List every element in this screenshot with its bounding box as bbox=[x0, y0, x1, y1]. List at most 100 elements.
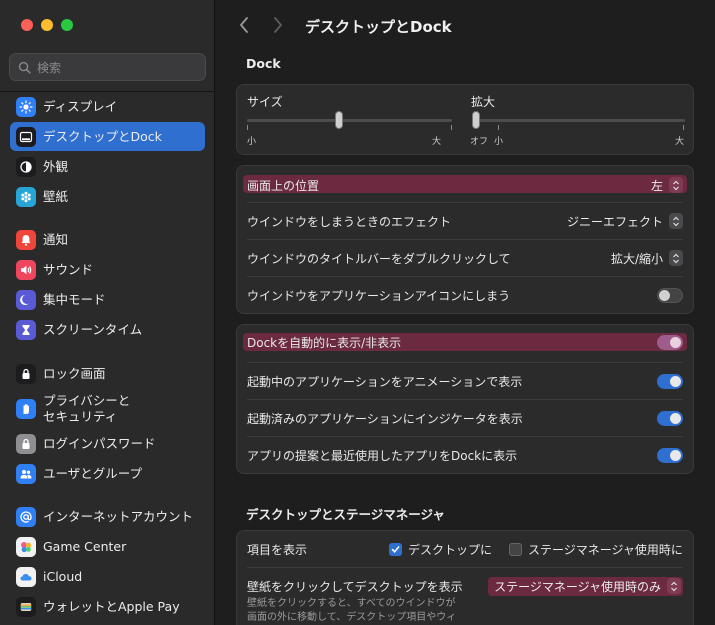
dock-icon bbox=[16, 126, 36, 147]
row-label: 壁紙をクリックしてデスクトップを表示 bbox=[247, 579, 463, 594]
size-slider-thumb[interactable] bbox=[335, 111, 344, 129]
internet-accounts-icon bbox=[16, 506, 36, 527]
sidebar-item-internet-accounts[interactable]: インターネットアカウント bbox=[10, 502, 205, 531]
lock-screen-icon bbox=[16, 363, 36, 384]
section-title-dock: Dock bbox=[246, 56, 281, 71]
focus-icon bbox=[16, 289, 36, 310]
forward-chevron-icon[interactable] bbox=[272, 16, 284, 34]
chevron-updown-icon bbox=[669, 250, 683, 266]
show-indicators-toggle[interactable] bbox=[657, 410, 683, 426]
size-slider[interactable] bbox=[247, 119, 452, 122]
back-chevron-icon[interactable] bbox=[238, 16, 250, 34]
autohide-toggle[interactable] bbox=[657, 334, 683, 350]
sidebar-item-lock-screen[interactable]: ロック画面 bbox=[10, 359, 205, 388]
page-title: デスクトップとDock bbox=[305, 18, 452, 36]
screen-position-popup[interactable]: 左 bbox=[651, 177, 683, 194]
sidebar-item-focus[interactable]: 集中モード bbox=[10, 285, 205, 314]
sidebar-item-label: プライバシーと セキュリティ bbox=[43, 393, 131, 424]
dock-behavior-group: 画面上の位置 左 ウインドウをしまうときのエフェクト ジニーエフェクト ウインド… bbox=[236, 165, 694, 314]
sidebar-item-notifications[interactable]: 通知 bbox=[10, 225, 205, 254]
show-recent-apps-toggle[interactable] bbox=[657, 447, 683, 463]
checkbox-icon bbox=[509, 542, 522, 556]
sidebar-item-label: サウンド bbox=[43, 261, 94, 277]
magnify-slider[interactable] bbox=[472, 119, 685, 122]
sidebar-item-display[interactable]: ディスプレイ bbox=[10, 92, 205, 121]
desktop-group: 項目を表示 デスクトップに ステージマネージャ使用時に 壁紙をクリックしてデスク… bbox=[236, 530, 694, 625]
sidebar-item-privacy[interactable]: プライバシーと セキュリティ bbox=[10, 389, 205, 429]
sidebar-item-label: スクリーンタイム bbox=[43, 321, 143, 337]
size-tick bbox=[451, 125, 452, 130]
dock-autohide-group: Dockを自動的に表示/非表示 起動中のアプリケーションをアニメーションで表示 … bbox=[236, 324, 694, 474]
sidebar-item-label: ディスプレイ bbox=[43, 98, 118, 114]
magnify-tick bbox=[683, 125, 684, 130]
click-wallpaper-description: 壁紙をクリックすると、すべてのウインドウが 画面の外に移動して、デスクトップ項目や… bbox=[247, 598, 457, 623]
magnify-label: 拡大 bbox=[471, 95, 496, 109]
autohide-row: Dockを自動的に表示/非表示 bbox=[237, 323, 693, 361]
size-max-label: 大 bbox=[432, 137, 442, 147]
chevron-updown-icon bbox=[669, 213, 683, 229]
sidebar-item-users[interactable]: ユーザとグループ bbox=[10, 459, 205, 488]
zoom-window-button[interactable] bbox=[61, 19, 73, 31]
sidebar-item-desktop-dock[interactable]: デスクトップとDock bbox=[10, 122, 205, 151]
row-label: 画面上の位置 bbox=[247, 178, 320, 193]
row-label: 起動中のアプリケーションをアニメーションで表示 bbox=[247, 374, 523, 389]
animate-opening-row: 起動中のアプリケーションをアニメーションで表示 bbox=[237, 362, 693, 400]
section-title-desktop: デスクトップとステージマネージャ bbox=[246, 507, 445, 522]
magnify-slider-thumb[interactable] bbox=[472, 111, 480, 129]
users-icon bbox=[16, 463, 36, 484]
chevron-updown-icon bbox=[667, 578, 681, 594]
click-wallpaper-popup[interactable]: ステージマネージャ使用時のみ bbox=[488, 576, 683, 596]
sidebar-item-label: ユーザとグループ bbox=[43, 465, 143, 481]
notification-icon bbox=[16, 229, 36, 250]
sidebar-item-screentime[interactable]: スクリーンタイム bbox=[10, 315, 205, 344]
minimize-to-app-icon-row: ウインドウをアプリケーションアイコンにしまう bbox=[237, 276, 693, 314]
wallet-icon bbox=[16, 596, 36, 617]
sidebar-item-label: Game Center bbox=[43, 538, 127, 554]
icloud-icon bbox=[16, 566, 36, 587]
show-items-row: 項目を表示 デスクトップに ステージマネージャ使用時に bbox=[237, 531, 693, 567]
size-min-label: 小 bbox=[247, 137, 257, 147]
sidebar-item-icloud[interactable]: iCloud bbox=[10, 562, 205, 591]
magnify-tick bbox=[498, 125, 499, 130]
minimize-to-app-icon-toggle[interactable] bbox=[657, 287, 683, 303]
minimize-effect-row: ウインドウをしまうときのエフェクト ジニーエフェクト bbox=[237, 202, 693, 240]
show-on-desktop-checkbox[interactable]: デスクトップに bbox=[389, 541, 492, 558]
row-label: ウインドウをしまうときのエフェクト bbox=[247, 214, 452, 229]
sidebar-item-login-password[interactable]: ログインパスワード bbox=[10, 429, 205, 458]
sidebar-item-label: iCloud bbox=[43, 568, 83, 584]
size-tick bbox=[247, 125, 248, 130]
show-in-stage-manager-checkbox[interactable]: ステージマネージャ使用時に bbox=[509, 541, 683, 558]
row-label: 項目を表示 bbox=[247, 542, 308, 557]
sidebar-item-game-center[interactable]: Game Center bbox=[10, 532, 205, 561]
magnify-min-label: 小 bbox=[494, 137, 504, 147]
animate-opening-toggle[interactable] bbox=[657, 373, 683, 389]
magnify-max-label: 大 bbox=[675, 137, 685, 147]
minimize-window-button[interactable] bbox=[41, 19, 53, 31]
sidebar-item-wallet[interactable]: ウォレットとApple Pay bbox=[10, 592, 205, 621]
checkbox-label: ステージマネージャ使用時に bbox=[528, 542, 683, 557]
minimize-effect-popup[interactable]: ジニーエフェクト bbox=[567, 213, 683, 230]
game-center-icon bbox=[16, 536, 36, 557]
popup-value: ステージマネージャ使用時のみ bbox=[494, 579, 661, 594]
close-window-button[interactable] bbox=[21, 19, 33, 31]
popup-value: 拡大/縮小 bbox=[610, 251, 663, 266]
chevron-updown-icon bbox=[669, 177, 683, 193]
sidebar-item-label: ログインパスワード bbox=[43, 435, 156, 451]
sidebar-item-label: ウォレットとApple Pay bbox=[43, 598, 180, 614]
search-input[interactable]: 検索 bbox=[9, 53, 206, 81]
login-password-icon bbox=[16, 433, 36, 454]
sidebar-item-label: 集中モード bbox=[43, 291, 106, 307]
sidebar-item-appearance[interactable]: 外観 bbox=[10, 152, 205, 181]
show-indicators-row: 起動済みのアプリケーションにインジケータを表示 bbox=[237, 399, 693, 437]
titlebar-doubleclick-popup[interactable]: 拡大/縮小 bbox=[611, 250, 683, 267]
sound-icon bbox=[16, 259, 36, 280]
search-icon bbox=[18, 61, 31, 74]
wallpaper-icon bbox=[16, 186, 36, 207]
row-label: 起動済みのアプリケーションにインジケータを表示 bbox=[247, 411, 523, 426]
toolbar: デスクトップとDock bbox=[216, 0, 715, 52]
sidebar-item-wallpaper[interactable]: 壁紙 bbox=[10, 182, 205, 211]
magnify-off-label: オフ bbox=[470, 137, 489, 147]
appearance-icon bbox=[16, 156, 36, 177]
sidebar-item-sound[interactable]: サウンド bbox=[10, 255, 205, 284]
show-recent-apps-row: アプリの提案と最近使用したアプリをDockに表示 bbox=[237, 436, 693, 474]
